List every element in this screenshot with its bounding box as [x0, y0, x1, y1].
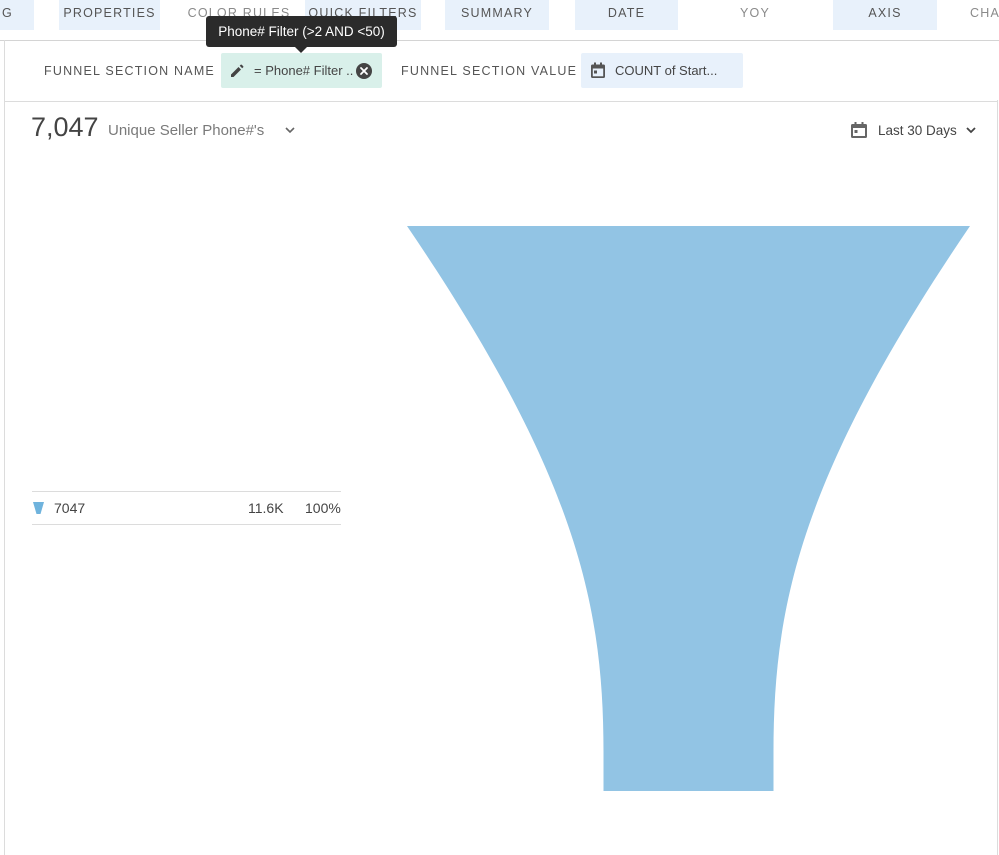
funnel-segment[interactable]: [407, 226, 970, 791]
funnel-chart: [407, 226, 970, 791]
